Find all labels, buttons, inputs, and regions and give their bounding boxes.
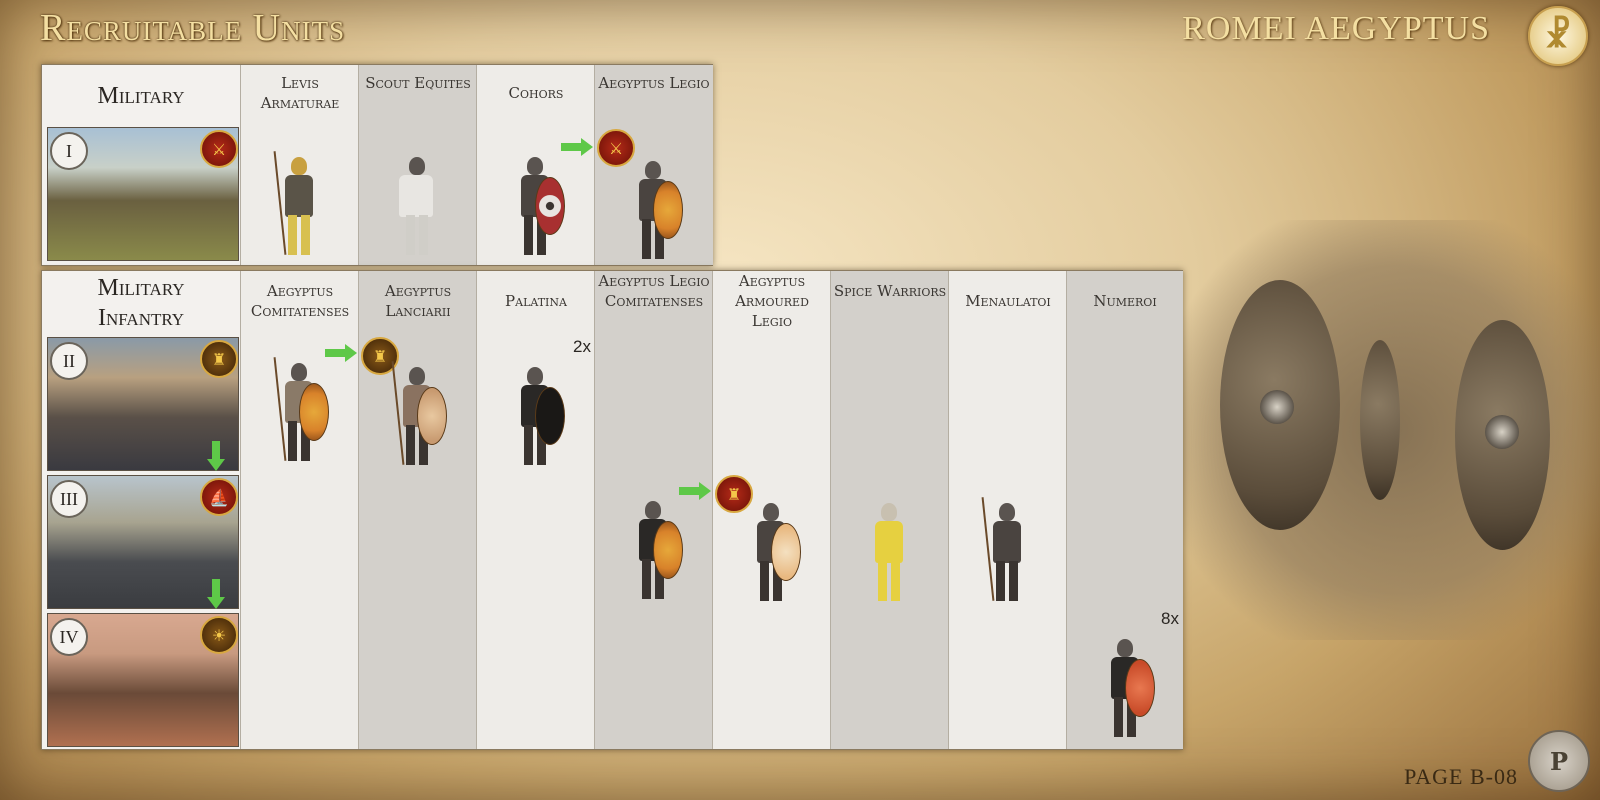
barracks-building-icon: ⚔ xyxy=(200,130,238,168)
unit-portrait xyxy=(269,151,329,261)
unit-name: Palatina xyxy=(505,292,567,310)
unit-column-aegyptus-legio[interactable]: Aegyptus Legio ⚔ xyxy=(594,65,713,265)
unit-column-spice-warriors[interactable]: Spice Warriors xyxy=(830,271,949,749)
warrior-scene-image xyxy=(1180,220,1600,640)
unit-name: Numeroi xyxy=(1093,292,1157,310)
unit-column-cohors[interactable]: Cohors xyxy=(476,65,595,265)
unit-portrait xyxy=(977,497,1037,607)
infantry-category-column: Military Infantry II ♜ III ⛵ IV ☀ xyxy=(42,271,240,749)
unit-name: Aegyptus Legio xyxy=(598,74,710,92)
unit-portrait xyxy=(623,495,683,605)
unit-name: Cohors xyxy=(508,84,564,102)
unit-name: Aegyptus Legio Comitatenses xyxy=(598,272,710,310)
unit-column-aegyptus-legio-comitatenses[interactable]: Aegyptus Legio Comitatenses xyxy=(594,271,713,749)
unit-name: Levis Armaturae xyxy=(260,74,340,112)
unit-name: Aegyptus Armoured Legio xyxy=(735,272,809,330)
tier-3-image: III ⛵ xyxy=(47,475,239,609)
unit-name: Aegyptus Lanciarii xyxy=(384,282,452,320)
unit-portrait xyxy=(505,361,565,471)
unit-portrait xyxy=(269,357,329,467)
unit-name: Scout Equites xyxy=(365,74,471,92)
unit-portrait xyxy=(387,151,447,261)
tier-badge: IV xyxy=(50,618,88,656)
unit-portrait xyxy=(505,151,565,261)
military-category-column: Military I ⚔ xyxy=(42,65,240,265)
unit-column-numeroi[interactable]: Numeroi 8x xyxy=(1066,271,1183,749)
unit-portrait xyxy=(859,497,919,607)
unit-column-scout-equites[interactable]: Scout Equites xyxy=(358,65,477,265)
tier-badge: I xyxy=(50,132,88,170)
unit-portrait xyxy=(387,361,447,471)
unit-name: Spice Warriors xyxy=(833,282,947,300)
unit-portrait xyxy=(623,155,683,265)
unit-portrait xyxy=(1095,633,1155,743)
unit-portrait xyxy=(741,497,801,607)
page-number: PAGE B-08 xyxy=(1404,764,1518,789)
shield-icon xyxy=(1360,340,1400,500)
faction-name: ROMEI AEGYPTUS xyxy=(1182,10,1490,47)
barracks-building-icon: ☀ xyxy=(200,616,238,654)
tier-down-arrow xyxy=(207,579,225,609)
category-label-line2: Infantry xyxy=(97,305,185,331)
tier-1-image: I ⚔ xyxy=(47,127,239,261)
unit-column-aegyptus-comitatenses[interactable]: Aegyptus Comitatenses xyxy=(240,271,359,749)
page-title: Recruitable Units xyxy=(40,7,346,49)
unit-column-levis-armaturae[interactable]: Levis Armaturae xyxy=(240,65,359,265)
upgrade-arrow xyxy=(325,344,357,362)
tier-down-arrow xyxy=(207,441,225,471)
military-panel: Military I ⚔ Levis Armaturae Scout Equit… xyxy=(41,64,713,266)
category-label: Military xyxy=(97,83,185,109)
upgrade-arrow xyxy=(561,138,593,156)
tier-badge: II xyxy=(50,342,88,380)
unit-column-aegyptus-armoured-legio[interactable]: Aegyptus Armoured Legio ♜ xyxy=(712,271,831,749)
tier-2-image: II ♜ xyxy=(47,337,239,471)
upgrade-arrow xyxy=(679,482,711,500)
shield-boss-icon xyxy=(1260,390,1294,424)
mod-seal-icon: P xyxy=(1528,730,1590,792)
unit-multiplier: 2x xyxy=(573,337,591,356)
unit-name: Aegyptus Comitatenses xyxy=(250,282,350,320)
shield-boss-icon xyxy=(1485,415,1519,449)
unit-column-palatina[interactable]: Palatina 2x xyxy=(476,271,595,749)
unit-column-menaulatoi[interactable]: Menaulatoi xyxy=(948,271,1067,749)
unit-column-aegyptus-lanciarii[interactable]: Aegyptus Lanciarii ♜ xyxy=(358,271,477,749)
tier-badge: III xyxy=(50,480,88,518)
unit-name: Menaulatoi xyxy=(965,292,1051,310)
chi-rho-icon: ☧ xyxy=(1528,6,1588,66)
tier-4-image: IV ☀ xyxy=(47,613,239,747)
category-label-line1: Military xyxy=(97,275,185,301)
barracks-building-icon: ♜ xyxy=(200,340,238,378)
barracks-building-icon: ⛵ xyxy=(200,478,238,516)
unit-multiplier: 8x xyxy=(1161,609,1179,628)
infantry-panel: Military Infantry II ♜ III ⛵ IV ☀ Aegypt… xyxy=(41,270,1183,750)
